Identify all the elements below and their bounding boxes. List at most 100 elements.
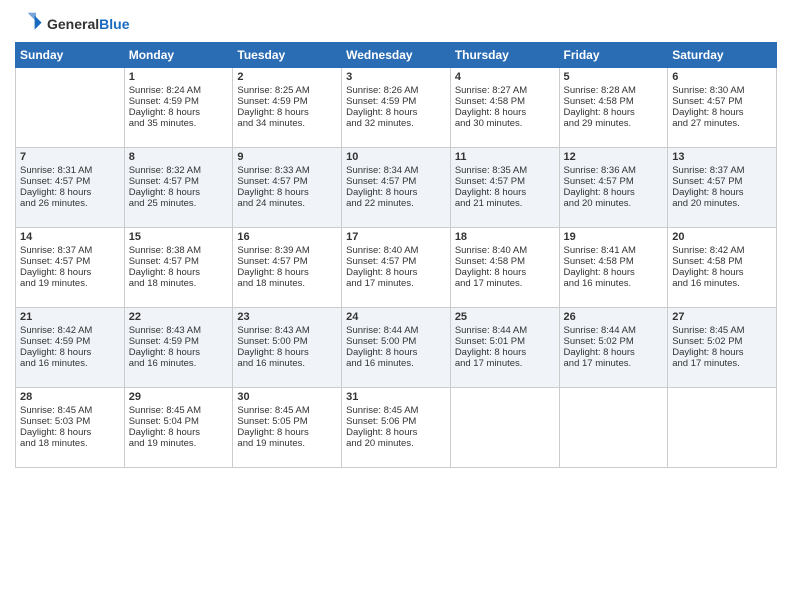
sunset-text: Sunset: 5:05 PM — [237, 416, 337, 427]
sunrise-text: Sunrise: 8:44 AM — [564, 325, 664, 336]
day-number: 28 — [20, 391, 120, 403]
sunrise-text: Sunrise: 8:40 AM — [455, 245, 555, 256]
sunset-text: Sunset: 5:02 PM — [672, 336, 772, 347]
daylight-text-cont: and 16 minutes. — [20, 358, 120, 369]
calendar-cell: 24Sunrise: 8:44 AMSunset: 5:00 PMDayligh… — [342, 308, 451, 388]
day-number: 18 — [455, 231, 555, 243]
sunset-text: Sunset: 4:57 PM — [129, 176, 229, 187]
daylight-text: Daylight: 8 hours — [20, 347, 120, 358]
sunrise-text: Sunrise: 8:38 AM — [129, 245, 229, 256]
daylight-text: Daylight: 8 hours — [455, 107, 555, 118]
daylight-text: Daylight: 8 hours — [346, 267, 446, 278]
sunrise-text: Sunrise: 8:34 AM — [346, 165, 446, 176]
sunrise-text: Sunrise: 8:28 AM — [564, 85, 664, 96]
daylight-text: Daylight: 8 hours — [455, 267, 555, 278]
weekday-header-thursday: Thursday — [450, 43, 559, 68]
daylight-text-cont: and 27 minutes. — [672, 118, 772, 129]
daylight-text: Daylight: 8 hours — [129, 427, 229, 438]
day-number: 22 — [129, 311, 229, 323]
daylight-text-cont: and 21 minutes. — [455, 198, 555, 209]
daylight-text-cont: and 17 minutes. — [455, 358, 555, 369]
day-number: 20 — [672, 231, 772, 243]
day-number: 3 — [346, 71, 446, 83]
day-number: 10 — [346, 151, 446, 163]
calendar-cell: 18 Sunrise: 8:40 AMSunset: 4:58 PMDayligh… — [450, 228, 559, 308]
sunset-text: Sunset: 4:58 PM — [672, 256, 772, 267]
calendar-cell: 10Sunrise: 8:34 AMSunset: 4:57 PMDayligh… — [342, 148, 451, 228]
day-number: 17 — [346, 231, 446, 243]
sunrise-text: Sunrise: 8:40 AM — [346, 245, 446, 256]
calendar-cell — [559, 388, 668, 468]
daylight-text: Daylight: 8 hours — [20, 267, 120, 278]
daylight-text: Daylight: 8 hours — [672, 267, 772, 278]
daylight-text-cont: and 26 minutes. — [20, 198, 120, 209]
sunrise-text: Sunrise: 8:32 AM — [129, 165, 229, 176]
calendar-cell: 19Sunrise: 8:41 AMSunset: 4:58 PMDayligh… — [559, 228, 668, 308]
weekday-header-row: SundayMondayTuesdayWednesdayThursdayFrid… — [16, 43, 777, 68]
sunset-text: Sunset: 5:01 PM — [455, 336, 555, 347]
daylight-text-cont: and 17 minutes. — [672, 358, 772, 369]
sunrise-text: Sunrise: 8:24 AM — [129, 85, 229, 96]
daylight-text-cont: and 19 minutes. — [129, 438, 229, 449]
sunset-text: Sunset: 4:58 PM — [455, 256, 555, 267]
day-number: 7 — [20, 151, 120, 163]
calendar-cell: 2Sunrise: 8:25 AMSunset: 4:59 PMDaylight… — [233, 68, 342, 148]
daylight-text-cont: and 16 minutes. — [564, 278, 664, 289]
day-number: 26 — [564, 311, 664, 323]
calendar-cell — [16, 68, 125, 148]
calendar-week-row: 14Sunrise: 8:37 AMSunset: 4:57 PMDayligh… — [16, 228, 777, 308]
sunrise-text: Sunrise: 8:45 AM — [129, 405, 229, 416]
sunset-text: Sunset: 4:58 PM — [564, 256, 664, 267]
daylight-text-cont: and 24 minutes. — [237, 198, 337, 209]
day-number: 6 — [672, 71, 772, 83]
daylight-text: Daylight: 8 hours — [237, 347, 337, 358]
sunset-text: Sunset: 4:57 PM — [672, 176, 772, 187]
daylight-text: Daylight: 8 hours — [129, 187, 229, 198]
sunset-text: Sunset: 4:59 PM — [346, 96, 446, 107]
sunrise-text: Sunrise: 8:44 AM — [346, 325, 446, 336]
calendar-cell: 13Sunrise: 8:37 AMSunset: 4:57 PMDayligh… — [668, 148, 777, 228]
sunrise-text: Sunrise: 8:30 AM — [672, 85, 772, 96]
daylight-text: Daylight: 8 hours — [237, 107, 337, 118]
calendar-cell: 22Sunrise: 8:43 AMSunset: 4:59 PMDayligh… — [124, 308, 233, 388]
daylight-text: Daylight: 8 hours — [129, 347, 229, 358]
daylight-text-cont: and 19 minutes. — [20, 278, 120, 289]
sunrise-text: Sunrise: 8:37 AM — [20, 245, 120, 256]
daylight-text: Daylight: 8 hours — [237, 427, 337, 438]
daylight-text: Daylight: 8 hours — [672, 347, 772, 358]
daylight-text: Daylight: 8 hours — [129, 267, 229, 278]
calendar-cell: 14Sunrise: 8:37 AMSunset: 4:57 PMDayligh… — [16, 228, 125, 308]
day-number: 19 — [564, 231, 664, 243]
sunset-text: Sunset: 4:58 PM — [564, 96, 664, 107]
calendar-cell: 6Sunrise: 8:30 AMSunset: 4:57 PMDaylight… — [668, 68, 777, 148]
day-number: 16 — [237, 231, 337, 243]
sunset-text: Sunset: 4:57 PM — [237, 176, 337, 187]
sunrise-text: Sunrise: 8:33 AM — [237, 165, 337, 176]
calendar-cell: 5Sunrise: 8:28 AMSunset: 4:58 PMDaylight… — [559, 68, 668, 148]
calendar-table: SundayMondayTuesdayWednesdayThursdayFrid… — [15, 42, 777, 468]
sunset-text: Sunset: 4:57 PM — [455, 176, 555, 187]
sunrise-text: Sunrise: 8:45 AM — [237, 405, 337, 416]
daylight-text-cont: and 17 minutes. — [455, 278, 555, 289]
calendar-cell: 17Sunrise: 8:40 AMSunset: 4:57 PMDayligh… — [342, 228, 451, 308]
sunset-text: Sunset: 4:59 PM — [129, 336, 229, 347]
sunset-text: Sunset: 5:00 PM — [346, 336, 446, 347]
day-number: 11 — [455, 151, 555, 163]
day-number: 1 — [129, 71, 229, 83]
day-number: 2 — [237, 71, 337, 83]
daylight-text-cont: and 16 minutes. — [672, 278, 772, 289]
daylight-text: Daylight: 8 hours — [346, 187, 446, 198]
daylight-text-cont: and 20 minutes. — [672, 198, 772, 209]
daylight-text-cont: and 17 minutes. — [346, 278, 446, 289]
sunset-text: Sunset: 4:57 PM — [564, 176, 664, 187]
sunrise-text: Sunrise: 8:41 AM — [564, 245, 664, 256]
calendar-cell: 4Sunrise: 8:27 AMSunset: 4:58 PMDaylight… — [450, 68, 559, 148]
sunrise-text: Sunrise: 8:25 AM — [237, 85, 337, 96]
daylight-text: Daylight: 8 hours — [672, 187, 772, 198]
daylight-text: Daylight: 8 hours — [129, 107, 229, 118]
daylight-text-cont: and 18 minutes. — [237, 278, 337, 289]
day-number: 12 — [564, 151, 664, 163]
sunrise-text: Sunrise: 8:42 AM — [672, 245, 772, 256]
weekday-header-saturday: Saturday — [668, 43, 777, 68]
sunset-text: Sunset: 4:57 PM — [20, 256, 120, 267]
